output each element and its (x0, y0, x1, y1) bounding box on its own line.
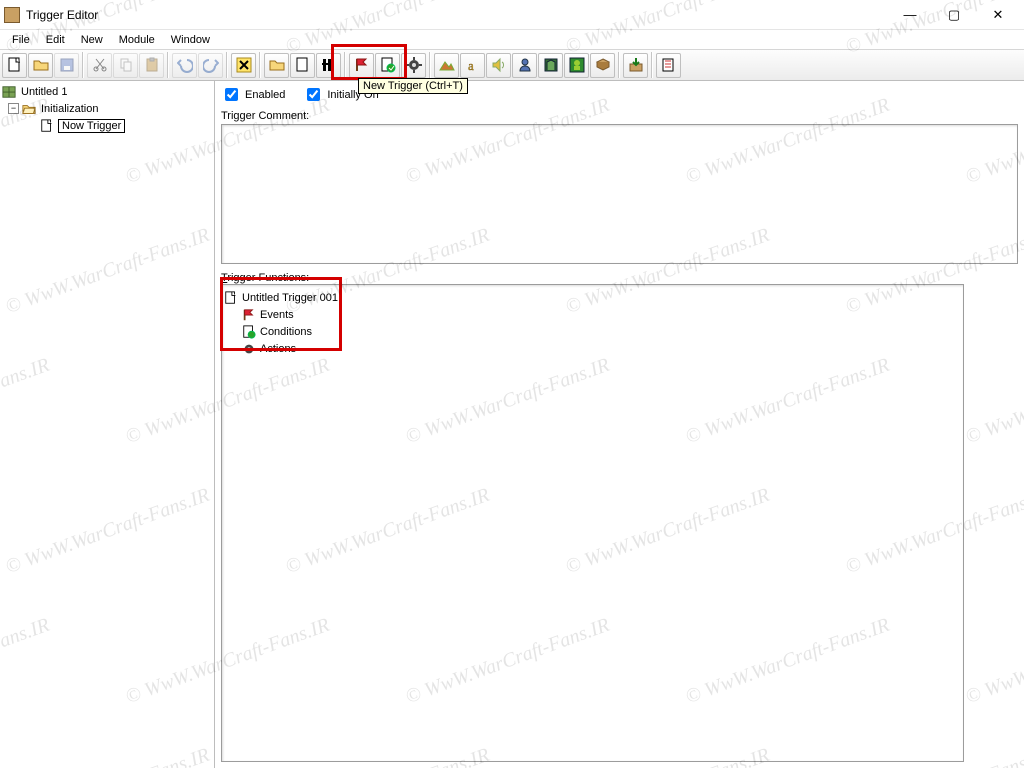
initially-on-checkbox[interactable] (307, 88, 320, 101)
menu-module[interactable]: Module (111, 32, 163, 48)
titlebar: Trigger Editor — ▢ ✕ (0, 0, 1024, 30)
tree-trigger-label-editing[interactable]: Now Trigger (58, 119, 125, 133)
open-button[interactable] (28, 53, 53, 78)
terrain-editor-icon (439, 57, 455, 73)
sound-editor-icon (491, 57, 507, 73)
tree-category[interactable]: − Initialization (2, 100, 212, 117)
test-map-icon (661, 57, 677, 73)
menubar: File Edit New Module Window (0, 30, 1024, 50)
svg-text:a: a (468, 58, 474, 73)
undo-button[interactable] (172, 53, 197, 78)
new-condition-button[interactable] (375, 53, 400, 78)
object-editor-button[interactable] (512, 53, 537, 78)
trigger-functions-tree[interactable]: Untitled Trigger 001 Events Conditions A… (221, 284, 964, 762)
menu-new[interactable]: New (73, 32, 111, 48)
new-comment-button[interactable] (316, 53, 341, 78)
trigger-functions-label-rest: rigger Functions: (227, 272, 309, 284)
new-map-button[interactable] (2, 53, 27, 78)
close-button[interactable]: ✕ (976, 1, 1020, 29)
flag-icon (242, 308, 256, 322)
trigger-tree[interactable]: Untitled 1 − Initialization Now Trigger (0, 81, 215, 768)
enabled-checkbox[interactable] (225, 88, 238, 101)
copy-icon (118, 57, 134, 73)
page-icon (224, 291, 238, 305)
campaign-editor-icon (543, 57, 559, 73)
app-icon (4, 7, 20, 23)
new-category-icon (269, 57, 285, 73)
tree-root-label: Untitled 1 (20, 86, 68, 98)
map-icon (2, 85, 16, 99)
object-manager-button[interactable] (590, 53, 615, 78)
menu-file[interactable]: File (4, 32, 38, 48)
gear-icon (406, 57, 422, 73)
trigger-details: Enabled Initially On Trigger Comment: Tr… (215, 81, 1024, 768)
redo-icon (203, 57, 219, 73)
open-icon (33, 57, 49, 73)
functions-root[interactable]: Untitled Trigger 001 (224, 289, 961, 306)
import-manager-icon (628, 57, 644, 73)
new-action-button[interactable] (401, 53, 426, 78)
enabled-label: Enabled (245, 89, 285, 101)
scroll-green-icon (242, 325, 256, 339)
object-manager-icon (595, 57, 611, 73)
save-icon (59, 57, 75, 73)
conditions-node[interactable]: Conditions (224, 323, 961, 340)
actions-label: Actions (260, 343, 296, 355)
variables-button[interactable] (231, 53, 256, 78)
new-map-icon (7, 57, 23, 73)
window-title: Trigger Editor (26, 8, 98, 22)
undo-icon (177, 57, 193, 73)
collapse-icon[interactable]: − (8, 103, 19, 114)
flag-icon (354, 57, 370, 73)
cut-icon (92, 57, 108, 73)
variables-icon (236, 57, 252, 73)
import-manager-button[interactable] (623, 53, 648, 78)
sound-editor-button[interactable] (486, 53, 511, 78)
enabled-checkbox-label[interactable]: Enabled (221, 85, 285, 104)
events-label: Events (260, 309, 294, 321)
copy-button[interactable] (113, 53, 138, 78)
gear-icon (242, 342, 256, 356)
paste-icon (144, 57, 160, 73)
scroll-green-icon (380, 57, 396, 73)
menu-edit[interactable]: Edit (38, 32, 73, 48)
new-comment-icon (321, 57, 337, 73)
trigger-functions-label: Trigger Functions: (221, 272, 1018, 284)
ai-editor-button[interactable] (564, 53, 589, 78)
tree-root[interactable]: Untitled 1 (2, 83, 212, 100)
toolbar: New Trigger (Ctrl+T) a (0, 50, 1024, 81)
page-icon (40, 119, 54, 133)
trigger-editor-button[interactable]: a (460, 53, 485, 78)
new-category-button[interactable] (264, 53, 289, 78)
minimize-button[interactable]: — (888, 1, 932, 29)
tree-trigger[interactable]: Now Trigger (2, 117, 212, 134)
trigger-editor-icon: a (465, 57, 481, 73)
tooltip: New Trigger (Ctrl+T) (358, 78, 468, 94)
trigger-comment-textarea[interactable] (221, 124, 1018, 264)
cut-button[interactable] (87, 53, 112, 78)
terrain-editor-button[interactable] (434, 53, 459, 78)
test-map-button[interactable] (656, 53, 681, 78)
tree-category-label: Initialization (40, 103, 99, 115)
conditions-label: Conditions (260, 326, 312, 338)
object-editor-icon (517, 57, 533, 73)
trigger-comment-label: Trigger Comment: (221, 110, 1018, 122)
new-event-button[interactable]: New Trigger (Ctrl+T) (349, 53, 374, 78)
actions-node[interactable]: Actions (224, 340, 961, 357)
folder-open-icon (22, 102, 36, 116)
events-node[interactable]: Events (224, 306, 961, 323)
campaign-editor-button[interactable] (538, 53, 563, 78)
new-trigger-icon (295, 57, 311, 73)
new-trigger-button[interactable] (290, 53, 315, 78)
functions-root-label: Untitled Trigger 001 (242, 292, 338, 304)
maximize-button[interactable]: ▢ (932, 1, 976, 29)
save-button[interactable] (54, 53, 79, 78)
menu-window[interactable]: Window (163, 32, 218, 48)
redo-button[interactable] (198, 53, 223, 78)
ai-editor-icon (569, 57, 585, 73)
paste-button[interactable] (139, 53, 164, 78)
